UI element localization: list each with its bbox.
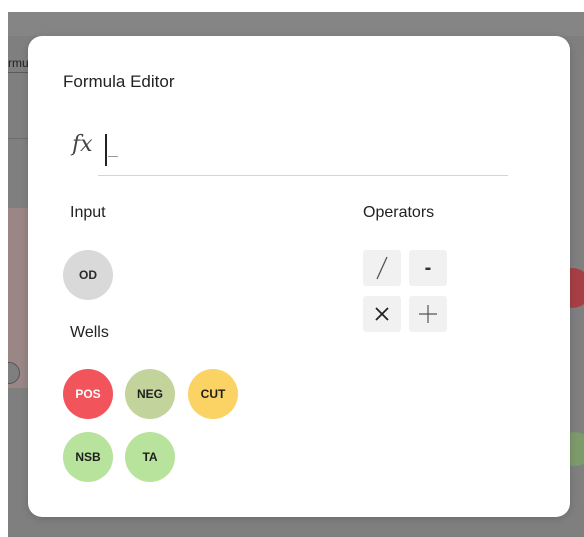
divide-operator-button[interactable] <box>363 250 401 286</box>
well-chip-ta[interactable]: TA <box>125 432 175 482</box>
plus-icon <box>419 305 437 323</box>
caret-baseline-mark <box>108 156 118 157</box>
well-chip-nsb[interactable]: NSB <box>63 432 113 482</box>
formula-input[interactable] <box>98 126 508 176</box>
background-field-label: rmu <box>8 56 29 70</box>
dialog-title: Formula Editor <box>63 72 175 91</box>
multiply-operator-button[interactable] <box>363 296 401 332</box>
text-caret <box>105 134 107 166</box>
chip-label: NEG <box>136 387 163 401</box>
function-fx-icon: fx <box>72 132 93 157</box>
background-top-bar <box>8 12 584 36</box>
add-operator-button[interactable] <box>409 296 447 332</box>
chip-label: NSB <box>75 450 101 464</box>
wells-section-label: Wells <box>70 324 109 341</box>
chip-label: OD <box>79 268 97 282</box>
input-chip-od[interactable]: OD <box>63 250 113 300</box>
slash-icon <box>376 256 388 280</box>
well-chip-cut[interactable]: CUT <box>188 369 238 419</box>
well-chip-pos[interactable]: POS <box>63 369 113 419</box>
minus-icon: - <box>424 256 432 279</box>
operators-section-label: Operators <box>363 204 435 221</box>
input-section-label: Input <box>70 204 106 221</box>
well-chip-neg[interactable]: NEG <box>125 369 175 419</box>
times-icon <box>375 307 389 321</box>
subtract-operator-button[interactable]: - <box>409 250 447 286</box>
chip-label: CUT <box>200 387 226 401</box>
formula-editor-dialog: Formula Editor fx Input OD Wells POS NEG… <box>28 36 570 517</box>
chip-label: TA <box>142 450 158 464</box>
chip-label: POS <box>75 387 101 401</box>
